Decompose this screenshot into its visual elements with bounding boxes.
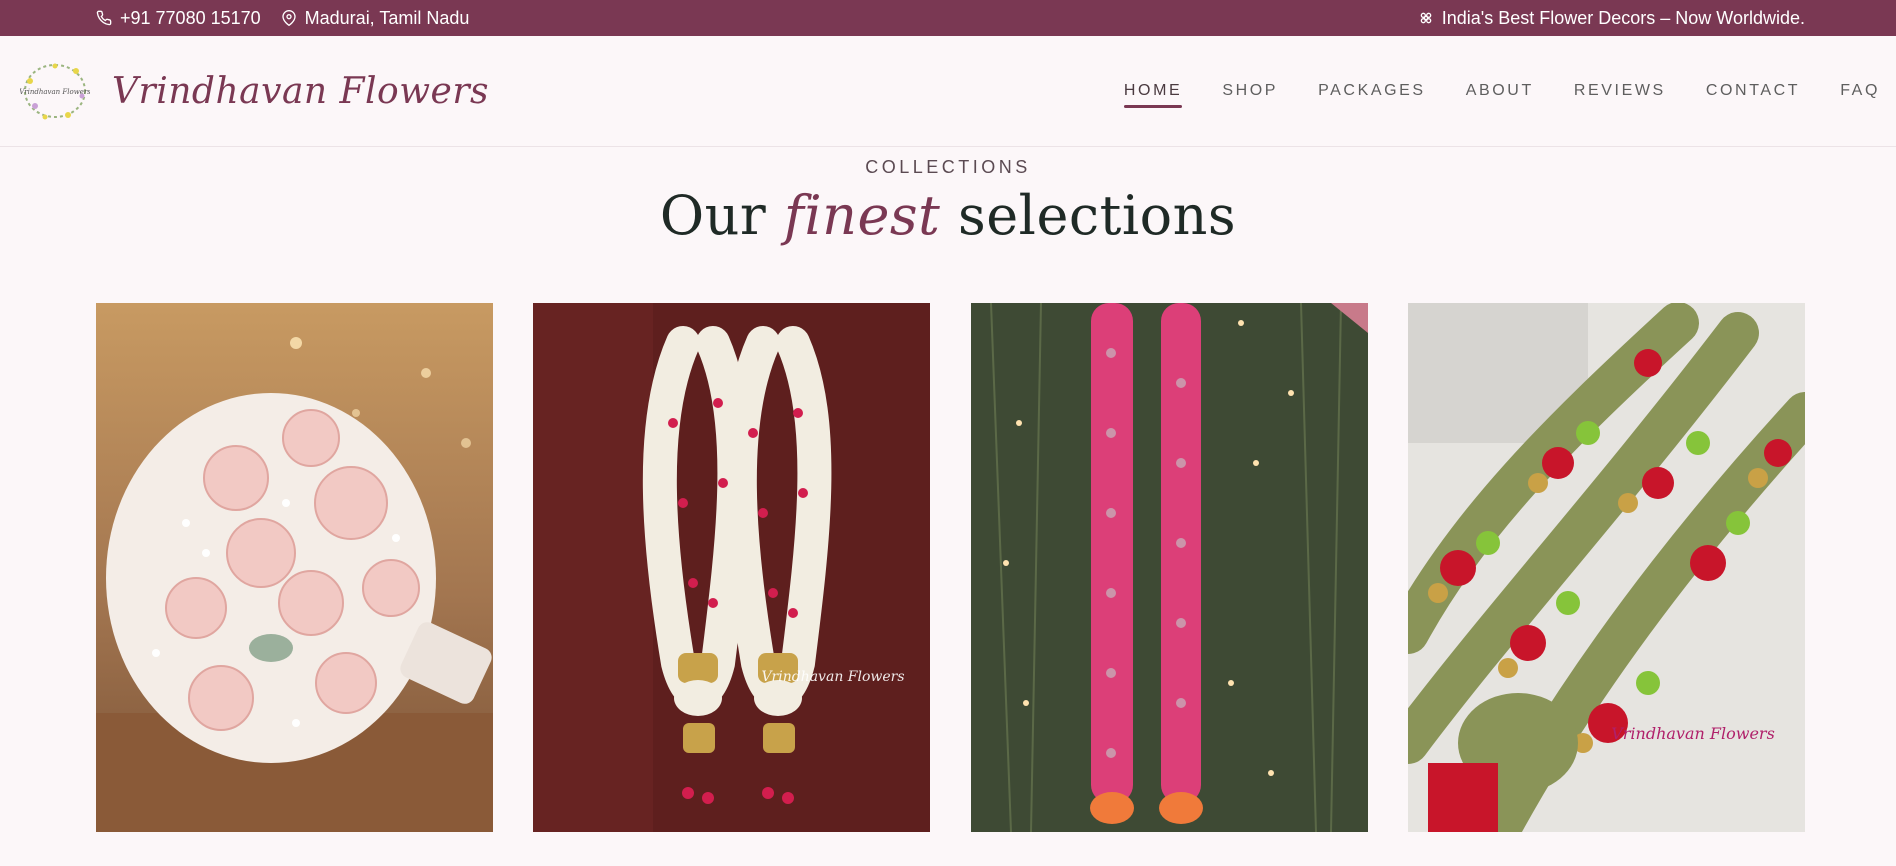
tagline-text: India's Best Flower Decors – Now Worldwi… xyxy=(1441,7,1805,28)
brand-name: Vrindhavan Flowers xyxy=(112,70,489,112)
collections-header: COLLECTIONS Our finest selections xyxy=(0,157,1896,247)
logo-text: Vrindhavan Flowers xyxy=(20,88,90,96)
watermark-text: Vrindhavan Flowers xyxy=(1611,724,1775,743)
jasmine-garland-photo: Vrindhavan Flowers xyxy=(533,303,931,832)
green-red-garland-photo: Vrindhavan Flowers xyxy=(1407,303,1805,832)
nav-reviews[interactable]: REVIEWS xyxy=(1574,76,1666,106)
pink-rose-garland-photo xyxy=(970,303,1368,832)
watermark-text: Vrindhavan Flowers xyxy=(762,669,905,685)
section-title: Our finest selections xyxy=(0,184,1896,247)
product-card-jasmine-garland[interactable]: Vrindhavan Flowers xyxy=(533,303,931,832)
logo: Vrindhavan Flowers xyxy=(19,61,91,121)
flower-icon xyxy=(1420,12,1432,24)
location-link[interactable]: Madurai, Tamil Nadu xyxy=(281,7,470,29)
product-grid: Vrindhavan Flowers Vrindhavan Flowers xyxy=(0,303,1896,832)
floral-wreath-logo: Vrindhavan Flowers xyxy=(19,63,91,120)
phone-link[interactable]: +91 77080 15170 xyxy=(96,8,261,29)
phone-icon xyxy=(96,10,112,26)
title-pre: Our xyxy=(659,184,767,247)
top-info-bar: +91 77080 15170 Madurai, Tamil Nadu Indi… xyxy=(0,0,1896,36)
nav-about[interactable]: ABOUT xyxy=(1466,76,1534,106)
nav-faq[interactable]: FAQ xyxy=(1840,76,1880,106)
site-header: Vrindhavan Flowers Vrindhavan Flowers HO… xyxy=(0,36,1896,147)
rose-bouquet-photo xyxy=(96,303,493,832)
nav-packages[interactable]: PACKAGES xyxy=(1318,76,1426,106)
section-eyebrow: COLLECTIONS xyxy=(865,157,1031,177)
nav-home[interactable]: HOME xyxy=(1123,76,1183,108)
location-text: Madurai, Tamil Nadu xyxy=(304,7,470,28)
map-pin-icon xyxy=(281,10,296,26)
nav-contact[interactable]: CONTACT xyxy=(1706,76,1800,106)
product-card-rose-bouquet[interactable] xyxy=(96,303,493,832)
top-contact-group: +91 77080 15170 Madurai, Tamil Nadu xyxy=(96,8,489,29)
nav-shop[interactable]: SHOP xyxy=(1222,76,1278,106)
product-card-green-red-garland[interactable]: Vrindhavan Flowers xyxy=(1407,303,1805,832)
phone-text: +91 77080 15170 xyxy=(120,7,261,28)
product-card-pink-rose-garland[interactable] xyxy=(970,303,1368,832)
title-post: selections xyxy=(958,184,1237,247)
main-nav: HOME SHOP PACKAGES ABOUT REVIEWS CONTACT… xyxy=(1084,76,1880,108)
top-tagline-group: India's Best Flower Decors – Now Worldwi… xyxy=(1418,8,1805,29)
title-emphasis: finest xyxy=(783,184,941,247)
brand-link[interactable]: Vrindhavan Flowers Vrindhavan Flowers xyxy=(19,61,489,121)
